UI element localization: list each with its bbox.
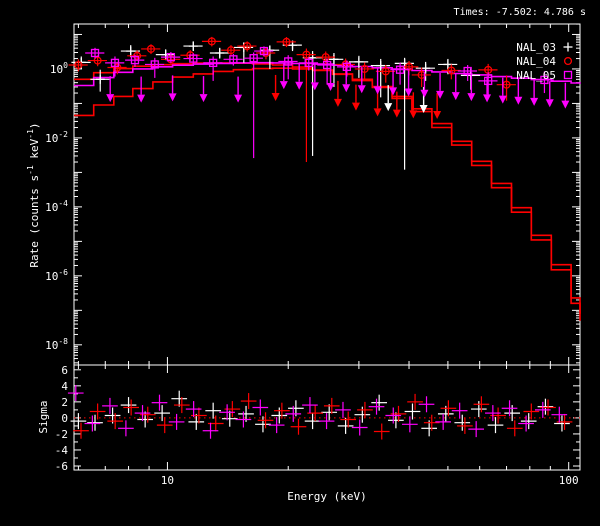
upper-limit — [334, 81, 342, 107]
residual-series-NAL_05 — [68, 385, 567, 439]
upper-limit — [405, 71, 413, 97]
down-arrow-icon — [546, 99, 554, 107]
sigma-tick-label: -6 — [55, 460, 68, 473]
down-arrow-icon — [467, 93, 475, 101]
sigma-tick-label: 2 — [61, 396, 68, 409]
spectrum-chart: Times: -7.502: 4.786 s Energy (keV) Sigm… — [0, 0, 600, 526]
sigma-tick-label: 0 — [61, 412, 68, 425]
x-tick-label: 100 — [559, 474, 579, 487]
down-arrow-icon — [499, 96, 507, 104]
y-tick-label: 10-4 — [45, 199, 68, 214]
x-tick-label: 10 — [161, 474, 174, 487]
upper-limit — [393, 92, 401, 118]
down-arrow-icon — [374, 108, 382, 116]
residual-series-NAL_04 — [73, 393, 572, 439]
upper-limit — [137, 77, 145, 103]
down-arrow-icon — [137, 95, 145, 103]
sigma-tick-label: 6 — [61, 364, 68, 377]
residual-points — [68, 385, 580, 439]
model-nal04-a — [74, 68, 580, 321]
down-arrow-icon — [342, 84, 350, 92]
sigma-axis-label: Sigma — [37, 400, 50, 433]
down-arrow-icon — [106, 94, 114, 102]
down-arrow-icon — [409, 110, 417, 118]
upper-limit — [514, 79, 522, 105]
upper-limit — [106, 76, 114, 102]
down-arrow-icon — [200, 94, 208, 102]
circle-marker — [565, 58, 572, 65]
down-arrow-icon — [334, 99, 342, 107]
upper-limit — [530, 80, 538, 106]
upper-limit — [169, 75, 177, 101]
sigma-tick-label: 4 — [61, 380, 68, 393]
down-arrow-icon — [272, 93, 280, 101]
spectrum-data-points — [69, 37, 554, 170]
model-step-lines — [74, 63, 580, 321]
down-arrow-icon — [530, 98, 538, 106]
down-arrow-icon — [280, 81, 288, 89]
down-arrow-icon — [169, 93, 177, 101]
upper-limit — [561, 83, 569, 109]
upper-limit — [467, 75, 475, 101]
upper-limit-arrows — [106, 63, 569, 119]
y-tick-label: 10-8 — [45, 337, 68, 352]
xspec-plot-window: Times: -7.502: 4.786 s Energy (keV) Sigm… — [0, 0, 600, 526]
down-arrow-icon — [393, 110, 401, 118]
panel-frames — [74, 24, 580, 470]
y-tick-label: 100 — [50, 61, 68, 76]
down-arrow-icon — [384, 103, 392, 111]
times-annotation: Times: -7.502: 4.786 s — [454, 7, 586, 18]
down-arrow-icon — [234, 95, 242, 103]
upper-limit — [352, 85, 360, 111]
sigma-tick-label: -4 — [55, 444, 69, 457]
down-arrow-icon — [352, 103, 360, 111]
rate-axis-label: Rate (counts s-1 keV-1) — [26, 122, 41, 267]
upper-limit — [452, 74, 460, 100]
down-arrow-icon — [452, 92, 460, 100]
down-arrow-icon — [514, 97, 522, 105]
legend-label-NAL_04: NAL_04 — [516, 55, 556, 68]
y-tick-label: 10-6 — [45, 268, 68, 283]
square-marker — [565, 72, 572, 79]
down-arrow-icon — [405, 89, 413, 97]
down-arrow-icon — [358, 85, 366, 93]
legend-label-NAL_03: NAL_03 — [516, 41, 556, 54]
down-arrow-icon — [433, 111, 441, 119]
series-NAL_05 — [85, 46, 554, 158]
sigma-tick-label: -2 — [55, 428, 68, 441]
plot-legend: NAL_03NAL_04NAL_05 — [516, 41, 572, 82]
legend-label-NAL_05: NAL_05 — [516, 69, 556, 82]
upper-limit — [389, 69, 397, 95]
upper-limit — [200, 76, 208, 102]
y-tick-label: 10-2 — [45, 130, 68, 145]
down-arrow-icon — [483, 94, 491, 102]
down-arrow-icon — [420, 90, 428, 98]
x-axis-label: Energy (keV) — [287, 490, 366, 503]
axis-ticks — [74, 24, 580, 470]
down-arrow-icon — [389, 87, 397, 95]
upper-limit — [546, 81, 554, 107]
upper-limit — [280, 63, 288, 89]
down-arrow-icon — [295, 82, 303, 90]
down-arrow-icon — [327, 83, 335, 91]
upper-limit — [234, 77, 242, 103]
down-arrow-icon — [561, 101, 569, 109]
series-NAL_04 — [69, 37, 516, 162]
upper-limit — [272, 75, 280, 101]
